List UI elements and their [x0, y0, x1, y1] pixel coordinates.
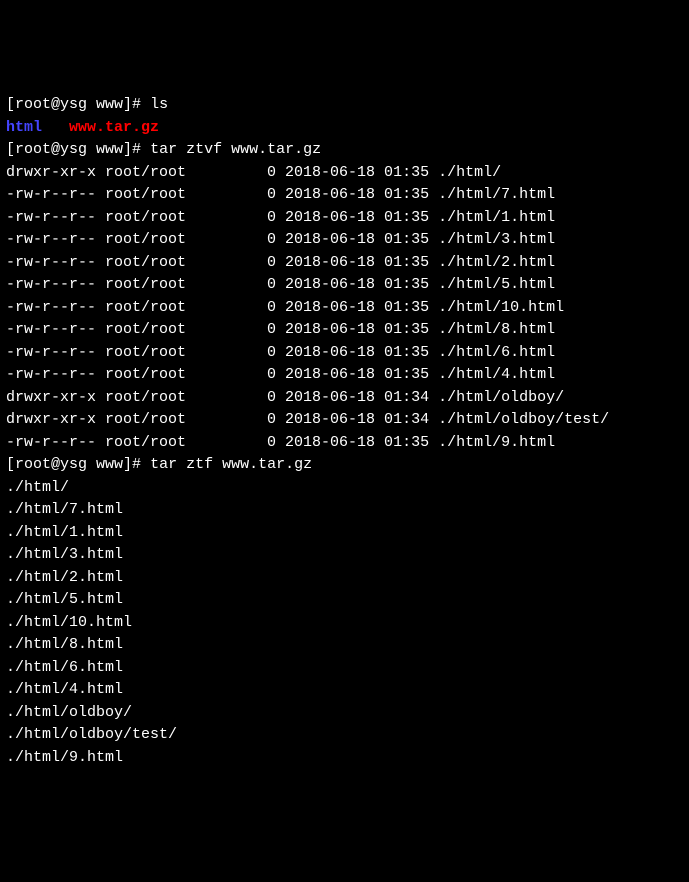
- ztf-output-line: ./html/2.html: [6, 567, 683, 590]
- ztf-output-line: ./html/10.html: [6, 612, 683, 635]
- ztf-output-line: ./html/: [6, 477, 683, 500]
- ztf-output-line: ./html/oldboy/test/: [6, 724, 683, 747]
- ztf-output-line: ./html/4.html: [6, 679, 683, 702]
- ztvf-output-line: drwxr-xr-x root/root 0 2018-06-18 01:35 …: [6, 162, 683, 185]
- ztvf-output-line: -rw-r--r-- root/root 0 2018-06-18 01:35 …: [6, 297, 683, 320]
- ls-dir: html: [6, 119, 42, 136]
- prompt-line-1: [root@ysg www]# ls: [6, 94, 683, 117]
- prompt-userhost: root@ysg www: [15, 96, 123, 113]
- ls-output-line: html www.tar.gz: [6, 117, 683, 140]
- prompt-close: ]#: [123, 456, 150, 473]
- ztvf-output-line: -rw-r--r-- root/root 0 2018-06-18 01:35 …: [6, 184, 683, 207]
- prompt-close: ]#: [123, 141, 150, 158]
- prompt-open: [: [6, 96, 15, 113]
- ztf-output-line: ./html/9.html: [6, 747, 683, 770]
- ztf-output-line: ./html/3.html: [6, 544, 683, 567]
- ztvf-output-line: -rw-r--r-- root/root 0 2018-06-18 01:35 …: [6, 432, 683, 455]
- ztvf-output-line: -rw-r--r-- root/root 0 2018-06-18 01:35 …: [6, 274, 683, 297]
- ztvf-output-line: drwxr-xr-x root/root 0 2018-06-18 01:34 …: [6, 409, 683, 432]
- prompt-line-2: [root@ysg www]# tar ztvf www.tar.gz: [6, 139, 683, 162]
- ztf-output-line: ./html/oldboy/: [6, 702, 683, 725]
- prompt-userhost: root@ysg www: [15, 456, 123, 473]
- ztf-output-line: ./html/8.html: [6, 634, 683, 657]
- ztvf-output-line: -rw-r--r-- root/root 0 2018-06-18 01:35 …: [6, 207, 683, 230]
- ztvf-output-line: drwxr-xr-x root/root 0 2018-06-18 01:34 …: [6, 387, 683, 410]
- ls-archive: www.tar.gz: [69, 119, 159, 136]
- prompt-open: [: [6, 456, 15, 473]
- ztvf-output-line: -rw-r--r-- root/root 0 2018-06-18 01:35 …: [6, 319, 683, 342]
- prompt-userhost: root@ysg www: [15, 141, 123, 158]
- ztf-output-line: ./html/7.html: [6, 499, 683, 522]
- ztvf-output-line: -rw-r--r-- root/root 0 2018-06-18 01:35 …: [6, 252, 683, 275]
- ztvf-output-line: -rw-r--r-- root/root 0 2018-06-18 01:35 …: [6, 229, 683, 252]
- command-tar-ztf: tar ztf www.tar.gz: [150, 456, 312, 473]
- terminal[interactable]: [root@ysg www]# lshtml www.tar.gz[root@y…: [6, 94, 683, 769]
- prompt-line-3: [root@ysg www]# tar ztf www.tar.gz: [6, 454, 683, 477]
- ztvf-output-line: -rw-r--r-- root/root 0 2018-06-18 01:35 …: [6, 364, 683, 387]
- ztf-output-line: ./html/6.html: [6, 657, 683, 680]
- command-tar-ztvf: tar ztvf www.tar.gz: [150, 141, 321, 158]
- ztf-output-line: ./html/5.html: [6, 589, 683, 612]
- prompt-close: ]#: [123, 96, 150, 113]
- prompt-open: [: [6, 141, 15, 158]
- ztvf-output-line: -rw-r--r-- root/root 0 2018-06-18 01:35 …: [6, 342, 683, 365]
- ls-spacer: [42, 119, 69, 136]
- ztf-output-line: ./html/1.html: [6, 522, 683, 545]
- command-ls: ls: [150, 96, 168, 113]
